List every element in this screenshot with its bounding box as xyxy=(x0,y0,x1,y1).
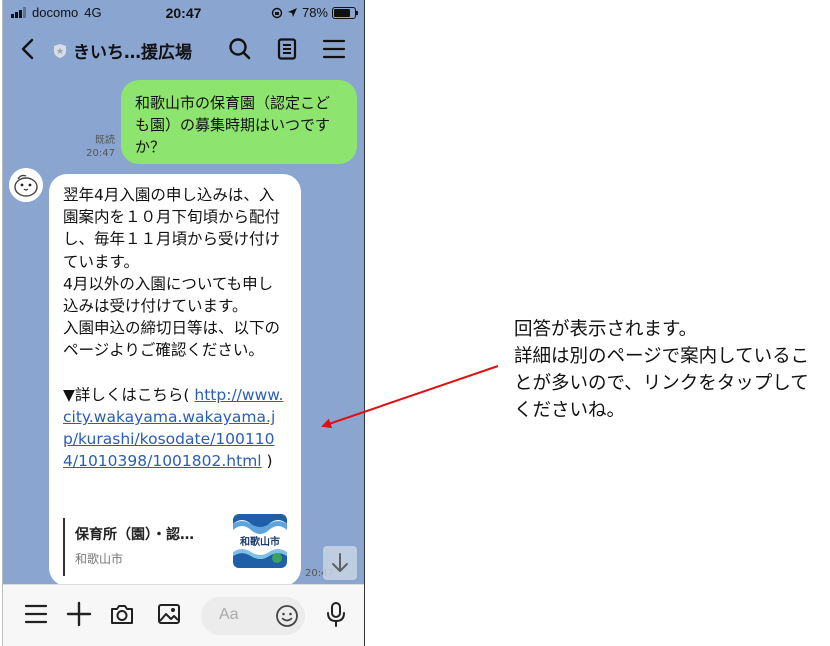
search-icon[interactable] xyxy=(227,36,253,62)
arrow-down-icon xyxy=(332,553,348,572)
status-right: 78% xyxy=(271,5,358,20)
notes-icon[interactable] xyxy=(274,36,300,62)
emoji-icon[interactable] xyxy=(275,604,299,628)
input-bar: Aa xyxy=(3,584,364,646)
message-input[interactable]: Aa xyxy=(201,597,305,635)
bot-message-bubble[interactable]: 翌年4月入園の申し込みは、入園案内を１０月下旬頃から配付し、毎年１１月頃から受け… xyxy=(49,174,301,586)
user-message-bubble[interactable]: 和歌山市の保育園（認定こども園）の募集時期はいつですか？ xyxy=(121,80,357,164)
link-preview-title: 保育所（園）・認… xyxy=(75,527,194,543)
link-preview-thumbnail: 和歌山市 xyxy=(233,514,287,568)
bot-message-text: 翌年4月入園の申し込みは、入園案内を１０月下旬頃から配付し、毎年１１月頃から受け… xyxy=(63,186,281,404)
message-input-placeholder: Aa xyxy=(219,606,239,623)
bot-avatar[interactable] xyxy=(9,168,43,202)
chat-area[interactable]: 和歌山市の保育園（認定こども園）の募集時期はいつですか？ 既読 20:47 翌年… xyxy=(3,72,364,586)
link-close-paren: ) xyxy=(261,452,273,471)
location-icon xyxy=(287,8,297,17)
phone-screen: docomo 4G 20:47 78% きいち…援広場 和歌山市の保育園（認定こ… xyxy=(2,0,365,646)
verified-shield-icon xyxy=(54,43,66,58)
chevron-left-icon[interactable] xyxy=(17,36,39,62)
user-message-time: 20:47 xyxy=(86,148,115,159)
image-icon[interactable] xyxy=(156,601,182,627)
thumbnail-city-name: 和歌山市 xyxy=(239,535,280,548)
chat-title-text: きいち…援広場 xyxy=(73,43,192,63)
menu-icon[interactable] xyxy=(321,36,347,62)
chat-title[interactable]: きいち…援広場 xyxy=(53,38,192,63)
camera-icon[interactable] xyxy=(109,601,135,627)
battery-icon xyxy=(332,6,358,19)
rotation-lock-icon xyxy=(271,7,283,18)
status-bar: docomo 4G 20:47 78% xyxy=(3,0,364,26)
plus-icon[interactable] xyxy=(66,601,92,627)
annotation-text: 回答が表示されます。 詳細は別のページで案内していることが多いので、リンクをタッ… xyxy=(514,319,810,421)
microphone-icon[interactable] xyxy=(323,601,349,627)
read-label: 既読 xyxy=(95,135,115,146)
link-preview-card[interactable]: 保育所（園）・認… 和歌山市 和歌山市 xyxy=(63,514,287,576)
battery-percent: 78% xyxy=(301,5,328,20)
chat-header: きいち…援広場 xyxy=(3,26,364,72)
scroll-to-bottom-button[interactable] xyxy=(323,546,357,580)
menu-icon[interactable] xyxy=(23,601,49,627)
mascot-avatar-icon xyxy=(9,168,43,202)
link-preview-source: 和歌山市 xyxy=(75,552,124,566)
wakayama-logo-thumbnail: 和歌山市 xyxy=(233,514,287,568)
read-receipt: 既読 20:47 xyxy=(79,134,115,160)
